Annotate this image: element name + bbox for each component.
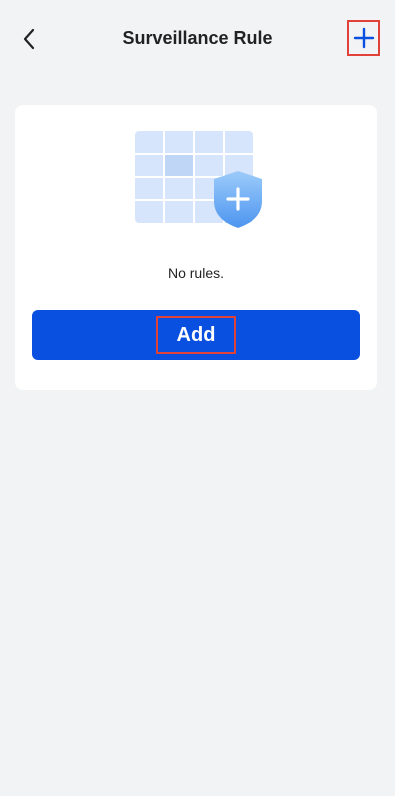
calendar-shield-illustration <box>135 131 262 228</box>
page-title: Surveillance Rule <box>122 28 273 48</box>
add-rule-top-button[interactable] <box>347 20 380 56</box>
header-bar: Surveillance Rule <box>0 0 395 80</box>
add-rule-button[interactable]: Add <box>32 310 360 360</box>
empty-state-message: No rules. <box>167 265 225 281</box>
plus-icon <box>353 27 374 49</box>
add-button-label: Add <box>155 316 237 354</box>
empty-state-card: No rules. Add <box>15 105 377 390</box>
